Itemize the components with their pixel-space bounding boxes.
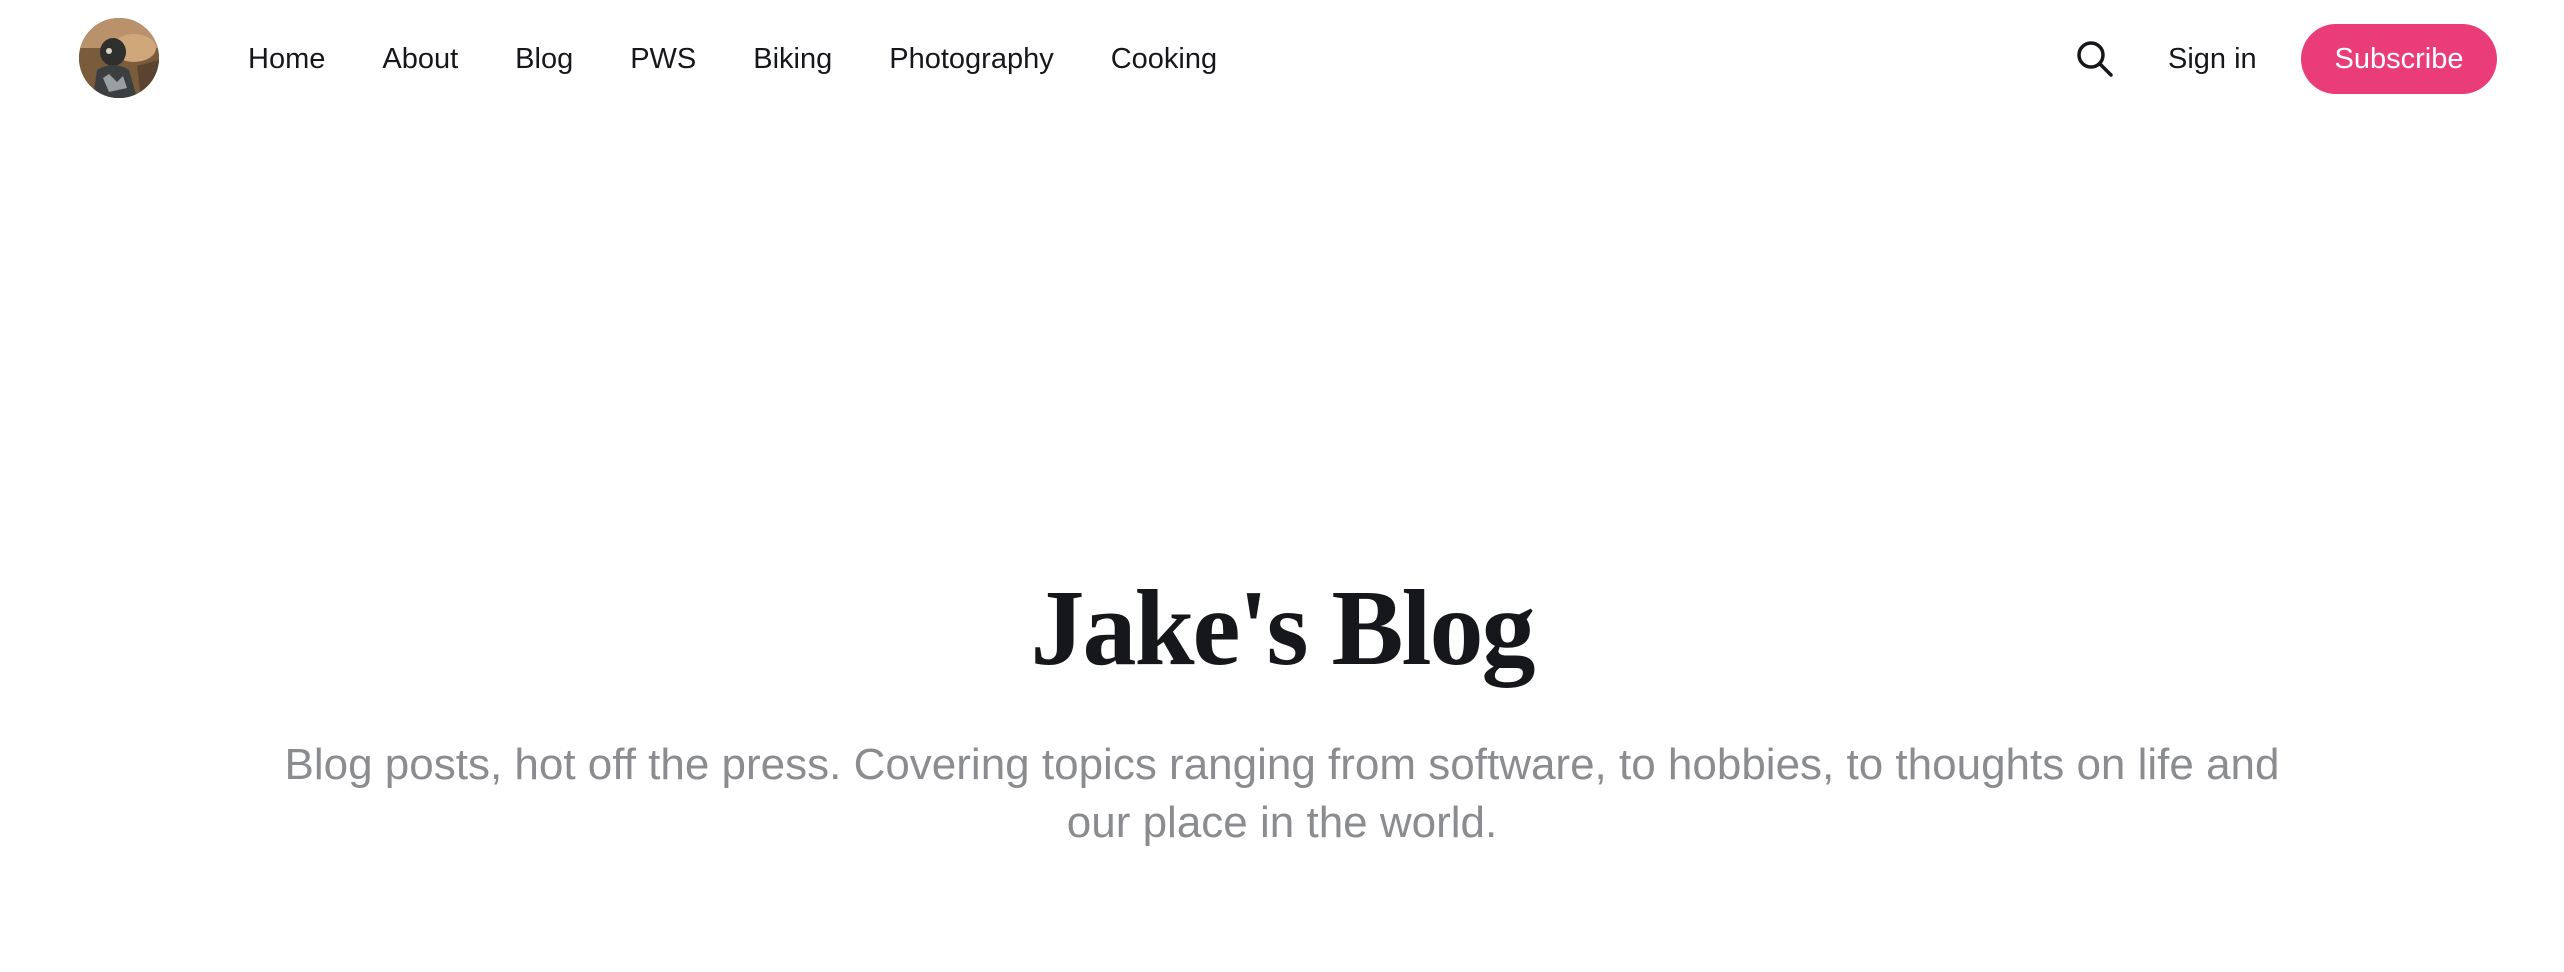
site-avatar[interactable] <box>79 18 159 98</box>
search-icon[interactable] <box>2074 38 2116 80</box>
site-header: Home About Blog PWS Biking Photography C… <box>0 0 2564 118</box>
blog-title: Jake's Blog <box>1030 569 1535 688</box>
nav-item-home[interactable]: Home <box>248 44 325 74</box>
avatar-image <box>79 18 159 98</box>
nav-item-photography[interactable]: Photography <box>889 44 1053 74</box>
nav-item-blog[interactable]: Blog <box>515 44 573 74</box>
sign-in-link[interactable]: Sign in <box>2168 0 2257 118</box>
subscribe-button[interactable]: Subscribe <box>2301 24 2497 94</box>
blog-description: Blog posts, hot off the press. Covering … <box>284 740 2280 847</box>
nav-item-biking[interactable]: Biking <box>753 44 832 74</box>
main-nav: Home About Blog PWS Biking Photography C… <box>248 0 1217 118</box>
nav-item-pws[interactable]: PWS <box>630 44 696 74</box>
nav-item-cooking[interactable]: Cooking <box>1111 44 1217 74</box>
nav-item-about[interactable]: About <box>382 44 458 74</box>
